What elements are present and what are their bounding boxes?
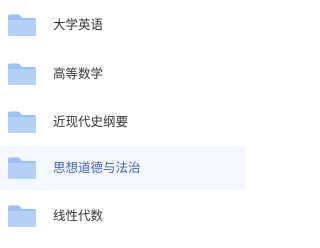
folder-item-sixiang-daode-yu-fazhi[interactable]: 思想道德与法治 xyxy=(0,146,245,190)
folder-label: 线性代数 xyxy=(53,207,104,223)
folder-item-xianxing-daishu[interactable]: 线性代数 xyxy=(0,194,245,238)
folder-item-gaodeng-shuxue[interactable]: 高等数学 xyxy=(0,52,245,96)
folder-icon xyxy=(7,62,37,86)
folder-label: 近现代史纲要 xyxy=(53,113,129,129)
folder-icon xyxy=(7,156,37,180)
folder-label: 大学英语 xyxy=(53,16,104,32)
folder-icon xyxy=(7,110,37,134)
folder-list: 大学英语 高等数学 近现代史纲要 思想道德与法治 线性代数 xyxy=(0,0,245,248)
folder-label: 思想道德与法治 xyxy=(53,159,141,175)
folder-item-daxue-yingyu[interactable]: 大学英语 xyxy=(0,3,245,47)
folder-label: 高等数学 xyxy=(53,65,104,81)
folder-icon xyxy=(7,204,37,228)
folder-item-jinxiandaishi-gangyao[interactable]: 近现代史纲要 xyxy=(0,100,245,144)
folder-icon xyxy=(7,13,37,37)
